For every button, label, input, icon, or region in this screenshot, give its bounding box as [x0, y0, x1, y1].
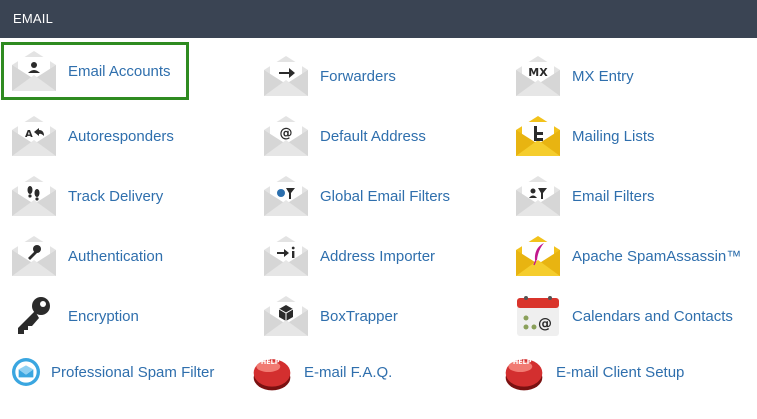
authentication-link[interactable]: Authentication [10, 230, 163, 282]
email-faq-label: E-mail F.A.Q. [304, 363, 393, 381]
address-importer-label: Address Importer [320, 247, 436, 265]
envelope-key-icon [10, 232, 58, 280]
help-button-icon: HELP [505, 358, 543, 391]
svg-text:HELP: HELP [261, 358, 280, 366]
envelope-autoreply-icon: A [10, 112, 58, 160]
email-filters-link[interactable]: Email Filters [514, 170, 655, 222]
svg-text:MX: MX [528, 66, 548, 79]
svg-text:A: A [25, 129, 33, 140]
panel-title: EMAIL [13, 11, 54, 26]
apache-spamassassin-link[interactable]: Apache SpamAssassin™ [514, 230, 741, 282]
calendars-contacts-link[interactable]: @ Calendars and Contacts [514, 290, 733, 342]
encryption-link[interactable]: Encryption [10, 290, 139, 342]
apache-spamassassin-label: Apache SpamAssassin™ [572, 247, 742, 265]
envelope-at-icon: @ [262, 112, 310, 160]
envelope-globe-filter-icon [262, 172, 310, 220]
panel-header: EMAIL [0, 0, 757, 38]
professional-spam-filter-link[interactable]: Professional Spam Filter [10, 346, 214, 398]
envelope-import-icon [262, 232, 310, 280]
autoresponders-label: Autoresponders [68, 127, 174, 145]
forwarders-label: Forwarders [320, 67, 396, 85]
envelope-arrow-right-icon [262, 52, 310, 100]
mailing-lists-label: Mailing Lists [572, 127, 655, 145]
email-client-setup-link[interactable]: HELP E-mail Client Setup [502, 346, 684, 398]
professional-spam-filter-label: Professional Spam Filter [51, 363, 215, 381]
shield-envelope-icon [12, 358, 40, 386]
authentication-label: Authentication [68, 247, 164, 265]
envelope-box-icon [262, 292, 310, 340]
envelope-footprints-icon [10, 172, 58, 220]
email-tools-grid: Email Accounts Forwarders MX MX Entry A … [0, 38, 757, 419]
svg-text:HELP: HELP [513, 358, 532, 366]
mx-entry-link[interactable]: MX MX Entry [514, 50, 634, 102]
email-filters-label: Email Filters [572, 187, 655, 205]
svg-text:@: @ [538, 316, 552, 332]
envelope-user-filter-icon [514, 172, 562, 220]
email-accounts-label: Email Accounts [68, 62, 171, 80]
boxtrapper-link[interactable]: BoxTrapper [262, 290, 398, 342]
forwarders-link[interactable]: Forwarders [262, 50, 396, 102]
default-address-label: Default Address [320, 127, 426, 145]
calendar-icon: @ [517, 296, 559, 336]
help-button-icon: HELP [253, 358, 291, 391]
default-address-link[interactable]: @ Default Address [262, 110, 426, 162]
envelope-mx-icon: MX [514, 52, 562, 100]
global-email-filters-link[interactable]: Global Email Filters [262, 170, 450, 222]
email-accounts-link[interactable]: Email Accounts [1, 42, 189, 100]
email-client-setup-label: E-mail Client Setup [556, 363, 685, 381]
envelope-list-icon [514, 112, 562, 160]
email-faq-link[interactable]: HELP E-mail F.A.Q. [250, 346, 392, 398]
autoresponders-link[interactable]: A Autoresponders [10, 110, 174, 162]
calendars-contacts-label: Calendars and Contacts [572, 307, 733, 325]
encryption-label: Encryption [68, 307, 139, 325]
svg-text:@: @ [280, 126, 293, 141]
envelope-feather-icon [514, 232, 562, 280]
track-delivery-link[interactable]: Track Delivery [10, 170, 163, 222]
address-importer-link[interactable]: Address Importer [262, 230, 435, 282]
boxtrapper-label: BoxTrapper [320, 307, 398, 325]
mailing-lists-link[interactable]: Mailing Lists [514, 110, 655, 162]
global-email-filters-label: Global Email Filters [320, 187, 451, 205]
mx-entry-label: MX Entry [572, 67, 634, 85]
key-icon [18, 297, 50, 334]
envelope-user-icon [10, 47, 58, 95]
track-delivery-label: Track Delivery [68, 187, 164, 205]
